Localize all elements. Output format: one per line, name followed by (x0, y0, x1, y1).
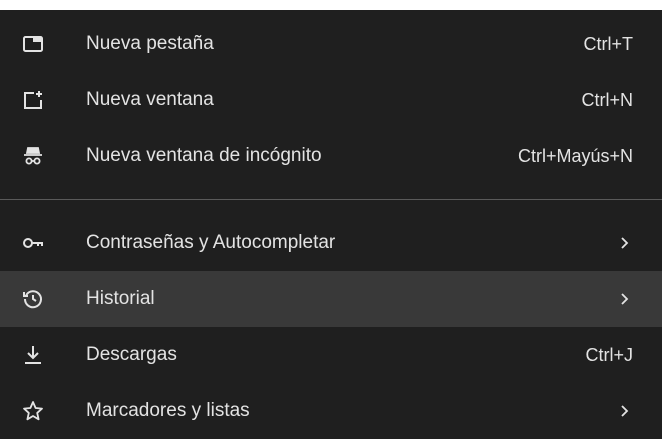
menu-item-label: Nueva ventana de incógnito (86, 145, 322, 166)
menu-item-label: Nueva ventana (86, 89, 214, 110)
menu-item-label: Descargas (86, 344, 177, 365)
menu-item-shortcut: Ctrl+Mayús+N (517, 145, 633, 166)
menu-item-incognito[interactable]: Nueva ventana de incógnito Ctrl+Mayús+N (0, 128, 662, 184)
incognito-icon (20, 143, 46, 169)
menu-item-shortcut: Ctrl+N (581, 89, 633, 110)
menu-item-shortcut: Ctrl+T (583, 33, 634, 54)
menu-item-shortcut: Ctrl+J (585, 344, 633, 365)
menu-item-label: Historial (86, 288, 155, 309)
menu-item-history[interactable]: Historial (0, 271, 662, 327)
menu-item-passwords-autofill[interactable]: Contraseñas y Autocompletar (0, 215, 662, 271)
chevron-right-icon (621, 293, 629, 305)
app-menu: Nueva pestaña Ctrl+T Nueva ventana Ctrl+… (0, 10, 662, 439)
download-icon (20, 342, 46, 368)
menu-item-label: Nueva pestaña (86, 33, 214, 54)
menu-item-new-tab[interactable]: Nueva pestaña Ctrl+T (0, 16, 662, 72)
new-tab-icon (20, 31, 46, 57)
menu-item-label: Contraseñas y Autocompletar (86, 232, 336, 253)
chevron-right-icon (621, 237, 629, 249)
menu-item-bookmarks-lists[interactable]: Marcadores y listas (0, 383, 662, 439)
menu-item-downloads[interactable]: Descargas Ctrl+J (0, 327, 662, 383)
menu-item-new-window[interactable]: Nueva ventana Ctrl+N (0, 72, 662, 128)
star-icon (20, 398, 46, 424)
history-icon (20, 286, 46, 312)
menu-divider (0, 199, 662, 200)
new-window-icon (20, 87, 46, 113)
key-icon (20, 230, 46, 256)
menu-item-label: Marcadores y listas (86, 400, 250, 421)
chevron-right-icon (621, 405, 629, 417)
